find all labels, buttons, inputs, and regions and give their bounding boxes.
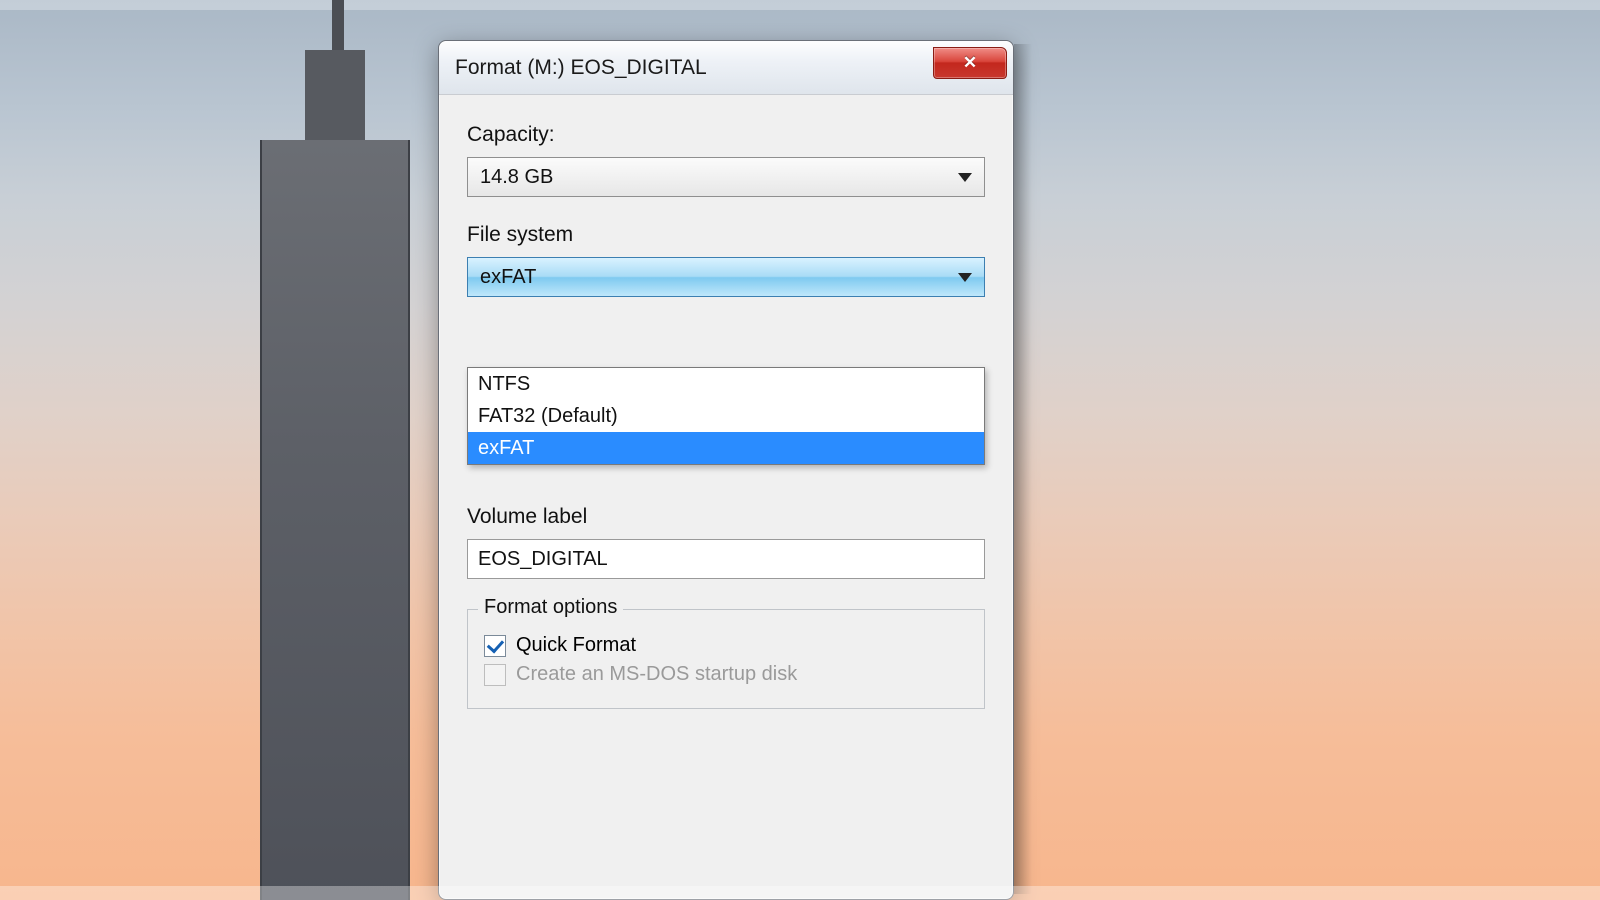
format-options-group: Format options Quick Format Create an MS…	[467, 609, 985, 709]
filesystem-option-fat32[interactable]: FAT32 (Default)	[468, 400, 984, 432]
format-dialog: Format (M:) EOS_DIGITAL ✕ Capacity: 14.8…	[438, 40, 1014, 900]
close-icon: ✕	[963, 53, 977, 73]
capacity-label: Capacity:	[467, 123, 985, 147]
chevron-down-icon	[958, 273, 972, 282]
filesystem-label: File system	[467, 223, 985, 247]
msdos-disk-row: Create an MS-DOS startup disk	[484, 663, 968, 686]
chevron-down-icon	[958, 173, 972, 182]
window-chrome-bottom	[0, 886, 1600, 900]
filesystem-option-ntfs[interactable]: NTFS	[468, 368, 984, 400]
msdos-disk-label: Create an MS-DOS startup disk	[516, 663, 797, 686]
quick-format-row[interactable]: Quick Format	[484, 634, 968, 657]
volume-label-label: Volume label	[467, 505, 985, 529]
desktop-background: Format (M:) EOS_DIGITAL ✕ Capacity: 14.8…	[0, 0, 1600, 900]
filesystem-option-exfat[interactable]: exFAT	[468, 432, 984, 464]
capacity-dropdown[interactable]: 14.8 GB	[467, 157, 985, 197]
window-chrome-top	[0, 0, 1600, 10]
format-options-legend: Format options	[478, 596, 623, 619]
building-spire-decoration	[332, 0, 344, 50]
filesystem-value: exFAT	[480, 266, 536, 289]
quick-format-label: Quick Format	[516, 634, 636, 657]
volume-label-input[interactable]	[467, 539, 985, 579]
filesystem-dropdown[interactable]: exFAT	[467, 257, 985, 297]
dialog-titlebar[interactable]: Format (M:) EOS_DIGITAL ✕	[439, 41, 1013, 95]
dialog-shadow	[1014, 44, 1032, 894]
capacity-value: 14.8 GB	[480, 166, 553, 189]
quick-format-checkbox[interactable]	[484, 635, 506, 657]
close-button[interactable]: ✕	[933, 47, 1007, 79]
msdos-disk-checkbox	[484, 664, 506, 686]
filesystem-options-list[interactable]: NTFS FAT32 (Default) exFAT	[467, 367, 985, 465]
building-decoration	[260, 140, 410, 900]
dialog-title: Format (M:) EOS_DIGITAL	[455, 56, 707, 80]
